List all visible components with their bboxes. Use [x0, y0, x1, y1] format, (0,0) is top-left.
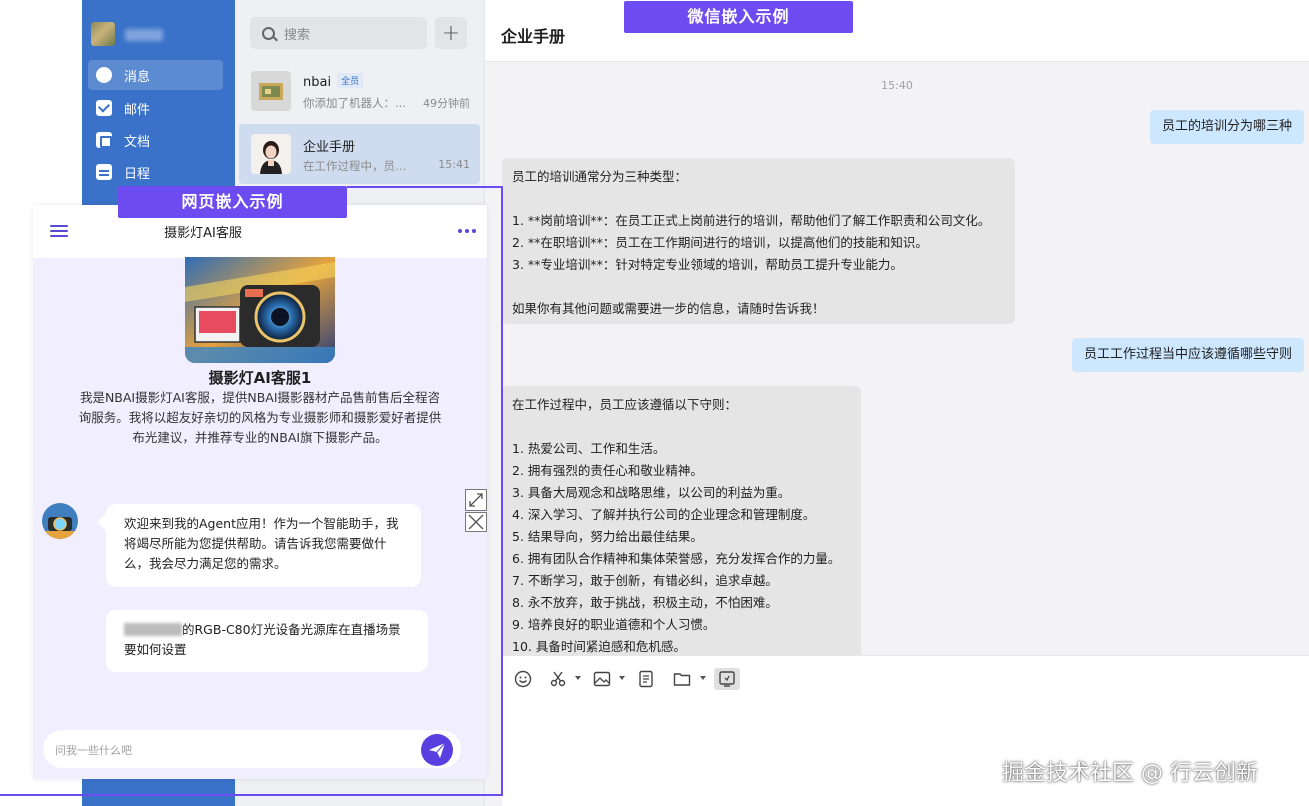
image-icon[interactable]: [589, 668, 615, 690]
reply-line: 员工的培训通常分为三种类型：: [512, 169, 688, 184]
chat-title: 企业手册: [501, 27, 566, 46]
chat-pane: 企业手册 15:40 员工的培训分为哪三种 员工的培训通常分为三种类型： 1. …: [485, 0, 1309, 806]
chat-input-placeholder: 问我一些什么吧: [55, 744, 132, 757]
folder-icon[interactable]: [669, 668, 695, 690]
reply-line: 2. **在职培训**：员工在工作期间进行的培训，以提高他们的技能和知识。: [512, 235, 928, 250]
conversation-item-nbai[interactable]: nbai 全员 你添加了机器人：... 49分钟前: [239, 61, 480, 121]
calendar-icon: [96, 164, 112, 180]
bot-description: 我是NBAI摄影灯AI客服，提供NBAI摄影器材产品售前售后全程咨询服务。我将以…: [78, 390, 442, 445]
conversation-avatar: [251, 71, 291, 111]
reply-line: 3. **专业培训**：针对特定专业领域的培训，帮助员工提升专业能力。: [512, 257, 903, 272]
mail-icon: [96, 100, 112, 116]
bot-cover-image: [185, 257, 335, 363]
watermark: 掘金技术社区 @ 行云创新: [1002, 761, 1258, 786]
chat-timestamp: 15:40: [881, 79, 913, 92]
chevron-down-icon[interactable]: [619, 676, 625, 680]
note-icon[interactable]: [633, 668, 659, 690]
add-button[interactable]: +: [435, 17, 467, 49]
web-chat-widget: 摄影灯AI客服 摄影灯AI客服1 我是NBAI摄影灯AI客服，提供NBAI摄影器…: [33, 205, 487, 779]
suggested-question[interactable]: 的RGB-C80灯光设备光源库在直播场景要如何设置: [106, 610, 428, 672]
message-icon: [96, 67, 112, 83]
conversation-time: 49分钟前: [423, 97, 470, 110]
sidebar-item-mail[interactable]: 邮件: [88, 93, 223, 123]
bot-name: 摄影灯AI客服1: [208, 369, 312, 387]
user-avatar[interactable]: [91, 22, 115, 46]
reply-line: 7. 不断学习，敢于创新，有错必纠，追求卓越。: [512, 573, 778, 588]
reply-line: 3. 具备大局观念和战略思维，以公司的利益为重。: [512, 485, 791, 500]
reply-line: 在工作过程中，员工应该遵循以下守则：: [512, 397, 738, 412]
sidebar-item-label: 邮件: [124, 102, 151, 118]
chevron-down-icon[interactable]: [700, 676, 706, 680]
reply-line: 8. 永不放弃，敢于挑战，积极主动，不怕困难。: [512, 595, 778, 610]
sidebar-item-messages[interactable]: 消息: [88, 60, 223, 90]
reply-line: 5. 结果导向，努力给出最佳结果。: [512, 529, 703, 544]
send-icon: [429, 742, 446, 758]
search-placeholder: 搜索: [284, 27, 311, 43]
chat-header: 企业手册: [485, 0, 1309, 62]
sidebar-item-label: 消息: [124, 69, 151, 85]
conversation-item-handbook[interactable]: 企业手册 在工作过程中，员工... 15:41: [239, 124, 480, 184]
conversation-preview: 你添加了机器人：...: [303, 96, 406, 110]
wechat-embed-banner: 微信嵌入示例: [624, 1, 853, 33]
sidebar-item-calendar[interactable]: 日程: [88, 157, 223, 187]
sidebar-item-docs[interactable]: 文档: [88, 125, 223, 155]
sidebar-item-label: 日程: [124, 166, 151, 182]
chat-input[interactable]: 问我一些什么吧: [43, 730, 461, 768]
search-icon: [262, 26, 275, 40]
web-embed-frame-top: [347, 186, 503, 188]
bot-avatar: [42, 503, 78, 539]
conversation-time: 15:41: [438, 158, 470, 171]
my-message[interactable]: 员工的培训分为哪三种: [1149, 110, 1304, 144]
greeting-message: 欢迎来到我的Agent应用！作为一个智能助手，我将竭尽所能为您提供帮助。请告诉我…: [106, 504, 421, 587]
send-button[interactable]: [421, 734, 453, 766]
widget-title: 摄影灯AI客服: [164, 226, 242, 241]
reply-line: 1. 热爱公司、工作和生活。: [512, 441, 666, 456]
user-name-redacted: [125, 29, 163, 41]
document-icon: [96, 132, 112, 148]
close-icon[interactable]: [465, 512, 487, 532]
reply-line: [512, 276, 1005, 298]
expand-icon[interactable]: [465, 489, 487, 511]
conversation-title: 企业手册: [303, 140, 356, 155]
scissors-icon[interactable]: [545, 668, 571, 690]
reply-line: 2. 拥有强烈的责任心和敬业精神。: [512, 463, 703, 478]
reply-line: [512, 416, 851, 438]
bot-reply[interactable]: 员工的培训通常分为三种类型： 1. **岗前培训**：在员工正式上岗前进行的培训…: [502, 158, 1015, 324]
reply-line: 6. 拥有团队合作精神和集体荣誉感，充分发挥合作的力量。: [512, 551, 841, 566]
web-embed-banner: 网页嵌入示例: [118, 186, 347, 218]
redacted-text: [124, 623, 182, 636]
reply-line: 9. 培养良好的职业道德和个人习惯。: [512, 617, 716, 632]
my-message[interactable]: 员工工作过程当中应该遵循哪些守则: [1071, 338, 1304, 372]
reply-line: 1. **岗前培训**：在员工正式上岗前进行的培训，帮助他们了解工作职责和公司文…: [512, 213, 991, 228]
conversation-preview: 在工作过程中，员工...: [303, 159, 415, 173]
bot-reply[interactable]: 在工作过程中，员工应该遵循以下守则： 1. 热爱公司、工作和生活。 2. 拥有强…: [502, 386, 861, 666]
search-input[interactable]: 搜索: [250, 17, 427, 49]
chevron-down-icon[interactable]: [575, 676, 581, 680]
screenshot-icon[interactable]: [714, 668, 740, 690]
all-members-badge: 全员: [337, 73, 364, 88]
reply-line: 4. 深入学习、了解并执行公司的企业理念和管理制度。: [512, 507, 816, 522]
reply-line: [512, 188, 1005, 210]
emoji-icon[interactable]: [510, 668, 536, 690]
sidebar-item-label: 文档: [124, 134, 151, 150]
conversation-avatar: [251, 134, 291, 174]
conversation-title: nbai: [303, 75, 332, 90]
reply-line: 如果你有其他问题或需要进一步的信息，请随时告诉我！: [512, 301, 825, 316]
more-options-icon[interactable]: [458, 229, 476, 234]
